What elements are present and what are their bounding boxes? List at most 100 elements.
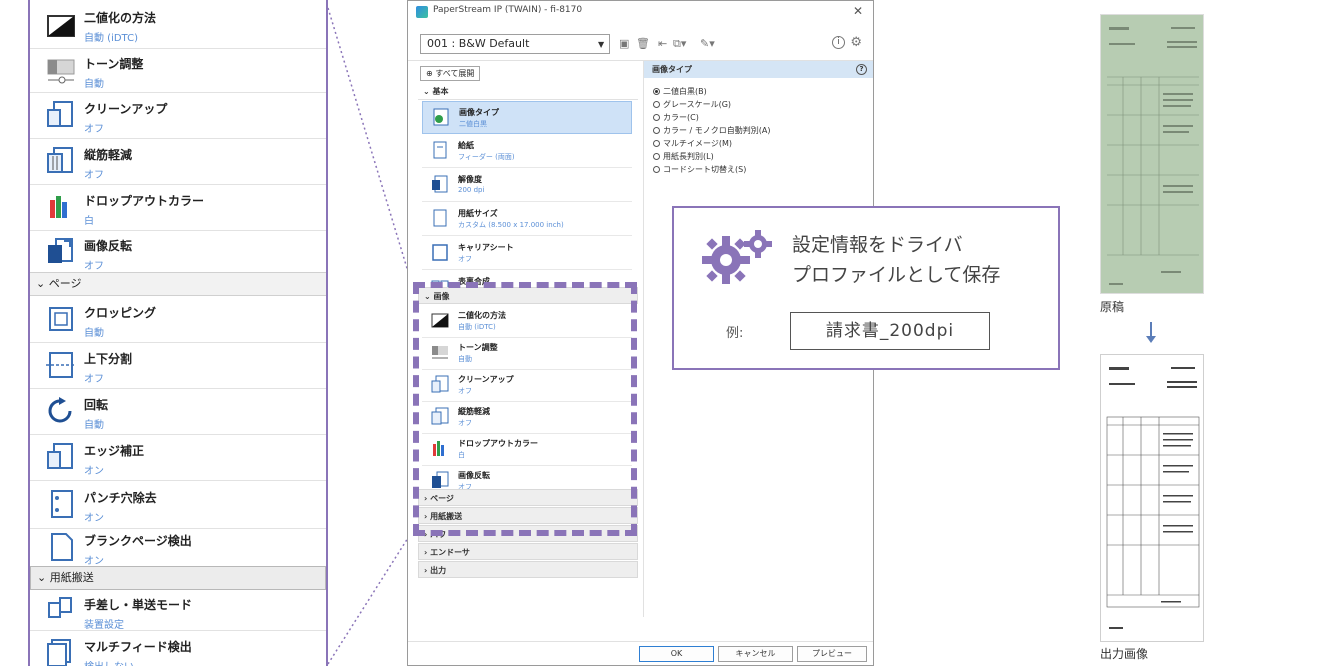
zoom-sub: 自動	[84, 420, 104, 431]
radio-icon	[653, 127, 660, 134]
info-icon[interactable]: i	[832, 36, 845, 49]
zoom-item-streak[interactable]: 縦筋軽減 オフ	[30, 138, 326, 184]
streak-icon	[47, 147, 73, 173]
close-button[interactable]: ✕	[853, 4, 863, 18]
radio-color[interactable]: カラー(C)	[653, 112, 699, 123]
radio-label: グレースケール(G)	[663, 100, 732, 109]
manual-feed-icon	[48, 597, 72, 618]
tree-item-sub: オフ	[458, 255, 472, 263]
tree-item-carrier-sheet[interactable]: キャリアシート オフ	[422, 237, 632, 270]
zoom-label: ブランクページ検出	[84, 534, 192, 548]
preview-button[interactable]: プレビュー	[797, 646, 867, 662]
original-document-drawing	[1101, 15, 1203, 293]
profile-select[interactable]: 001 : B&W Default	[420, 34, 610, 54]
zoom-label: トーン調整	[84, 57, 144, 71]
expand-all-button[interactable]: ⊕ すべて展開	[420, 66, 481, 81]
radio-label: カラー / モノクロ自動判別(A)	[663, 126, 771, 135]
section-basic-label: 基本	[432, 87, 449, 96]
tree-item-sub: カスタム (8.500 x 17.000 inch)	[458, 221, 564, 229]
zoom-sub: 自動 (iDTC)	[84, 33, 138, 44]
zoom-item-tone[interactable]: トーン調整 自動	[30, 48, 326, 92]
zoom-section-page[interactable]: ⌄ ページ	[30, 272, 326, 296]
stage: 二値化の方法 自動 (iDTC) トーン調整 自動 クリーンアップ オフ 縦筋軽減 オフ…	[0, 0, 1326, 666]
zoom-item-split[interactable]: 上下分割 オフ	[30, 342, 326, 388]
invert-icon	[48, 238, 73, 263]
zoom-item-edge[interactable]: エッジ補正 オン	[30, 434, 326, 480]
zoom-label: エッジ補正	[84, 444, 145, 458]
cleanup-icon	[47, 101, 73, 127]
zoom-item-invert[interactable]: 画像反転 オフ	[30, 230, 326, 274]
detail-title: 画像タイプ	[652, 65, 692, 74]
carrier-sheet-icon	[432, 244, 448, 261]
resolution-icon	[432, 175, 448, 193]
zoom-section-feed[interactable]: ⌄ 用紙搬送	[30, 566, 326, 590]
save-icon[interactable]: ▣	[619, 37, 629, 50]
import-icon[interactable]: ⇤	[658, 37, 667, 50]
radio-label: コードシート切替え(S)	[663, 165, 747, 174]
gear-icon[interactable]: ⚙	[850, 35, 862, 50]
tree-item-paper-source[interactable]: 給紙 フィーダー (両面)	[422, 135, 632, 168]
delete-icon[interactable]: 🗑	[636, 37, 650, 50]
image-type-icon	[433, 108, 449, 126]
zoom-section-feed-label: 用紙搬送	[49, 571, 94, 584]
blank-page-icon	[51, 533, 73, 561]
tree-item-label: 画像タイプ	[459, 108, 499, 117]
radio-multi-image[interactable]: マルチイメージ(M)	[653, 138, 732, 149]
zoom-label: ドロップアウトカラー	[84, 194, 205, 208]
zoom-label: パンチ穴除去	[84, 491, 157, 505]
title-bar: PaperStream IP (TWAIN) - fi-8170 ✕	[408, 1, 873, 23]
copy-icon[interactable]: ⧉▾	[673, 37, 686, 51]
radio-icon	[653, 101, 660, 108]
zoom-label: 縦筋軽減	[84, 148, 133, 162]
section-output[interactable]: › 出力	[418, 561, 638, 578]
zoom-label: 上下分割	[84, 352, 133, 366]
zoom-sub: オフ	[84, 374, 104, 385]
zoom-sub: オフ	[84, 261, 104, 272]
zoom-label: 手差し・単送モード	[84, 598, 193, 612]
zoom-label: クリーンアップ	[84, 102, 168, 116]
cancel-button[interactable]: キャンセル	[718, 646, 793, 662]
radio-icon	[653, 114, 660, 121]
dialog-footer: OK キャンセル プレビュー	[408, 641, 873, 665]
example-profile-name: 請求書_200dpi	[790, 312, 990, 350]
edge-icon	[47, 443, 73, 469]
zoom-item-multifeed[interactable]: マルチフィード検出検出しない	[30, 630, 326, 666]
zoom-label: マルチフィード検出	[84, 640, 192, 654]
binarization-icon	[47, 15, 75, 37]
radio-length-detect[interactable]: 用紙長判別(L)	[653, 151, 714, 162]
radio-grayscale[interactable]: グレースケール(G)	[653, 99, 731, 110]
zoom-item-crop[interactable]: クロッピング 自動	[30, 296, 326, 342]
zoom-label: クロッピング	[84, 306, 157, 320]
window-title: PaperStream IP (TWAIN) - fi-8170	[433, 5, 583, 15]
zoom-item-blank[interactable]: ブランクページ検出 オン	[30, 528, 326, 567]
section-endorser[interactable]: › エンドーサ	[418, 543, 638, 560]
zoom-sub: オフ	[84, 170, 104, 181]
radio-code-sheet[interactable]: コードシート切替え(S)	[653, 164, 746, 175]
zoom-item-rotate[interactable]: 回転 自動	[30, 388, 326, 434]
zoom-sub: 自動	[84, 79, 104, 90]
edit-icon[interactable]: ✎▾	[700, 37, 715, 50]
tree-item-label: 用紙サイズ	[458, 209, 498, 218]
radio-bw[interactable]: 二値白黒(B)	[653, 86, 707, 97]
tree-item-resolution[interactable]: 解像度 200 dpi	[422, 169, 632, 202]
tree-item-sub: 二値白黒	[459, 120, 487, 128]
app-icon	[416, 6, 428, 18]
zoom-sub: 自動	[84, 328, 104, 339]
zoom-item-cleanup[interactable]: クリーンアップ オフ	[30, 92, 326, 138]
tree-item-image-type[interactable]: 画像タイプ 二値白黒	[422, 101, 632, 134]
tree-item-paper-size[interactable]: 用紙サイズ カスタム (8.500 x 17.000 inch)	[422, 203, 632, 236]
zoom-item-punch[interactable]: パンチ穴除去 オン	[30, 480, 326, 528]
radio-auto-color[interactable]: カラー / モノクロ自動判別(A)	[653, 125, 771, 136]
zoom-sub: 白	[84, 216, 94, 227]
zoom-item-dropout[interactable]: ドロップアウトカラー白	[30, 184, 326, 230]
chevron-down-icon[interactable]: ▼	[598, 40, 604, 49]
ok-button[interactable]: OK	[639, 646, 714, 662]
zoom-item-binarization[interactable]: 二値化の方法 自動 (iDTC)	[30, 0, 326, 48]
help-icon[interactable]: ?	[856, 64, 867, 75]
section-basic[interactable]: ⌄ 基本	[418, 83, 638, 100]
tree-item-label: 給紙	[458, 141, 474, 150]
zoom-item-manual-feed[interactable]: 手差し・単送モード 装置設定	[30, 590, 326, 631]
zoom-sub: オン	[84, 513, 104, 524]
callout-text: 設定情報をドライバ プロファイルとして保存	[792, 230, 1000, 290]
original-document-image	[1100, 14, 1204, 294]
